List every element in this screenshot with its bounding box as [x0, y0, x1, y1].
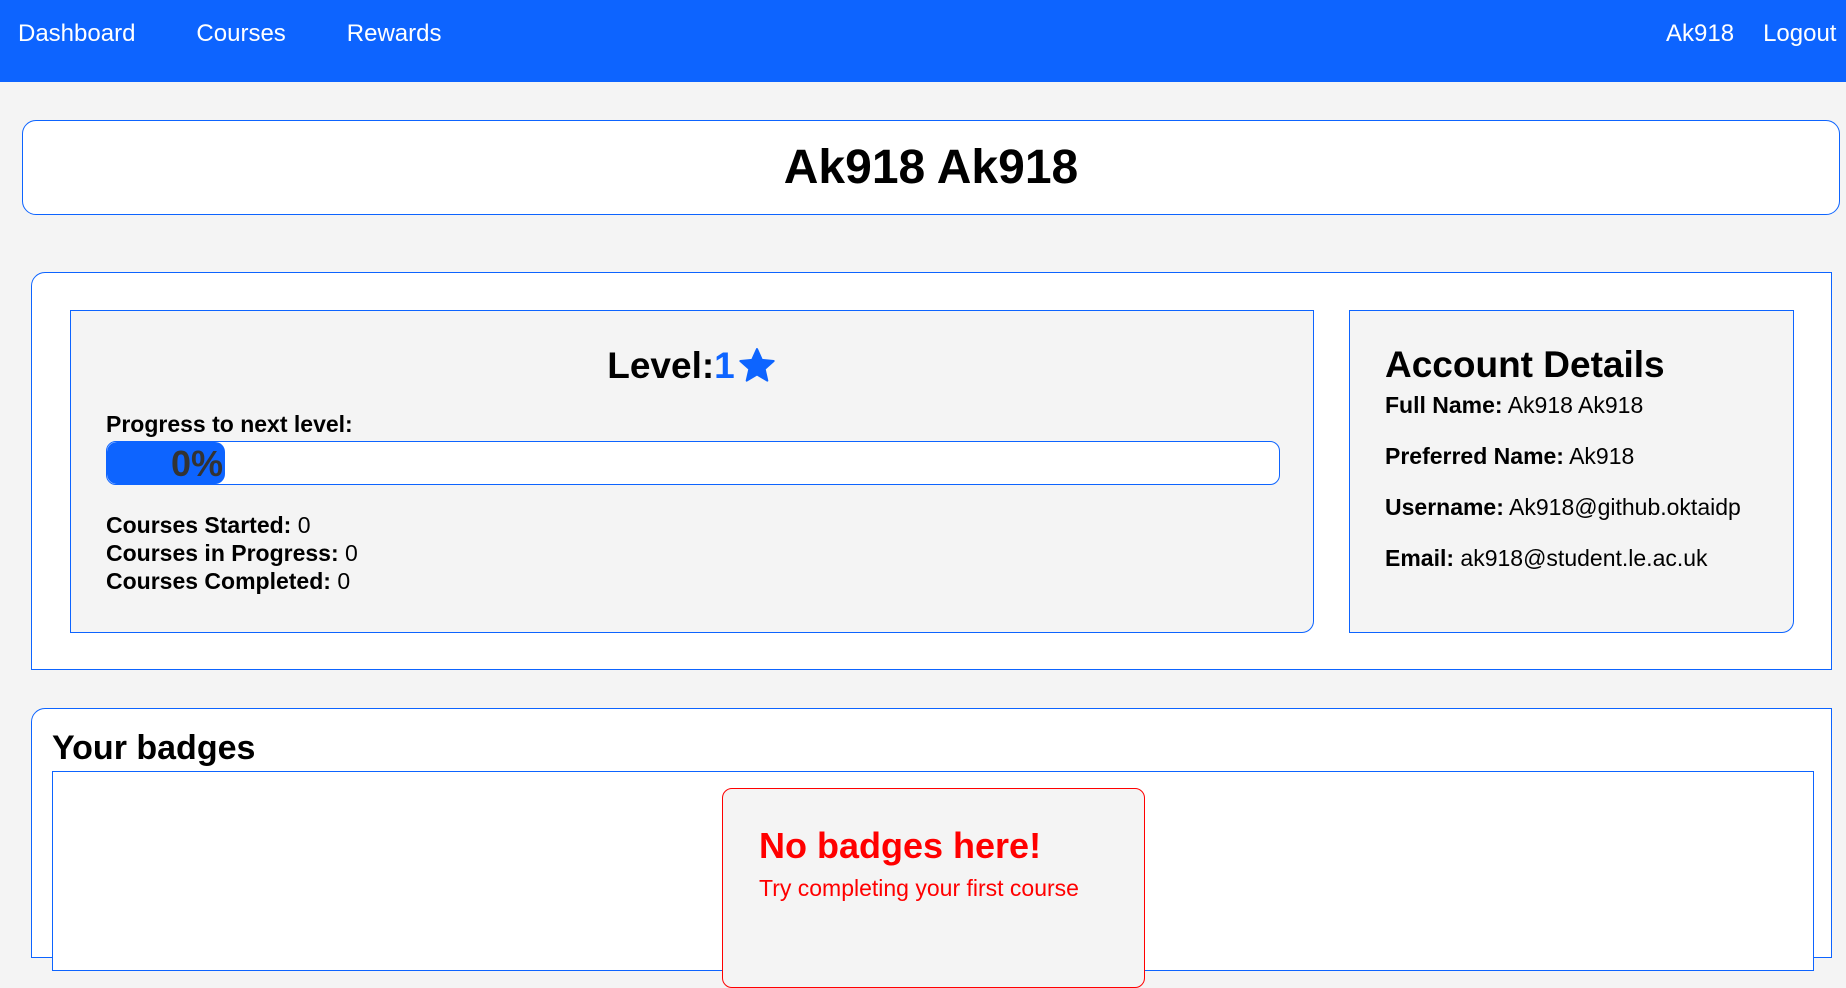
- nav-links: Dashboard Courses Rewards: [18, 0, 503, 68]
- level-card: Level: 1 Progress to next level: 0% Cour…: [70, 310, 1314, 633]
- badges-container: No badges here! Try completing your firs…: [52, 771, 1814, 988]
- account-email-value: ak918@student.le.ac.uk: [1460, 545, 1708, 571]
- overview-section: Level: 1 Progress to next level: 0% Cour…: [31, 272, 1832, 670]
- nav-user-link[interactable]: Ak918: [1666, 20, 1734, 48]
- level-label: Level:: [607, 345, 715, 386]
- stat-courses-completed-value: 0: [337, 568, 351, 594]
- nav-link-courses[interactable]: Courses: [196, 20, 285, 48]
- account-preferred-name-label: Preferred Name:: [1385, 443, 1564, 469]
- nav-link-dashboard[interactable]: Dashboard: [18, 20, 135, 48]
- top-navbar: Dashboard Courses Rewards Ak918 Logout: [0, 0, 1846, 82]
- course-stats: Courses Started: 0 Courses in Progress: …: [106, 511, 358, 595]
- badges-section: Your badges No badges here! Try completi…: [31, 708, 1832, 988]
- stat-courses-started-label: Courses Started:: [106, 512, 292, 538]
- no-badges-card: No badges here! Try completing your firs…: [722, 788, 1145, 988]
- stat-courses-in-progress-label: Courses in Progress:: [106, 540, 339, 566]
- account-full-name-label: Full Name:: [1385, 392, 1503, 418]
- profile-display-name: Ak918 Ak918: [783, 141, 1079, 194]
- account-preferred-name-value: Ak918: [1569, 443, 1635, 469]
- stat-courses-completed: Courses Completed: 0: [106, 567, 358, 595]
- stat-courses-completed-label: Courses Completed:: [106, 568, 331, 594]
- account-full-name-value: Ak918 Ak918: [1507, 392, 1644, 418]
- level-progress-text: 0%: [170, 443, 223, 484]
- account-username: Username: Ak918@github.oktaidp: [1385, 494, 1793, 521]
- nav-user-area: Ak918 Logout: [1666, 0, 1846, 68]
- stat-courses-in-progress-value: 0: [345, 540, 358, 566]
- account-preferred-name: Preferred Name: Ak918: [1385, 443, 1793, 470]
- account-details-title: Account Details: [1385, 344, 1665, 385]
- level-progress-bar: 0%: [106, 441, 1280, 485]
- level-value: 1: [714, 345, 735, 386]
- account-details-card: Account Details Full Name: Ak918 Ak918 P…: [1349, 310, 1794, 633]
- badges-title: Your badges: [52, 729, 256, 767]
- nav-link-rewards[interactable]: Rewards: [347, 20, 442, 48]
- stat-courses-started: Courses Started: 0: [106, 511, 358, 539]
- account-email-label: Email:: [1385, 545, 1455, 571]
- progress-label: Progress to next level:: [106, 411, 353, 437]
- level-heading: Level: 1: [71, 345, 1313, 387]
- account-username-label: Username:: [1385, 494, 1504, 520]
- stat-courses-in-progress: Courses in Progress: 0: [106, 539, 358, 567]
- nav-logout-link[interactable]: Logout: [1763, 20, 1836, 48]
- no-badges-subtitle: Try completing your first course: [759, 875, 1079, 901]
- profile-name-card: Ak918 Ak918: [22, 120, 1840, 215]
- account-email: Email: ak918@student.le.ac.uk: [1385, 545, 1793, 572]
- no-badges-title: No badges here!: [759, 825, 1042, 866]
- account-username-value: Ak918@github.oktaidp: [1509, 494, 1741, 520]
- account-full-name: Full Name: Ak918 Ak918: [1385, 392, 1793, 419]
- star-icon: [739, 348, 775, 382]
- stat-courses-started-value: 0: [297, 512, 311, 538]
